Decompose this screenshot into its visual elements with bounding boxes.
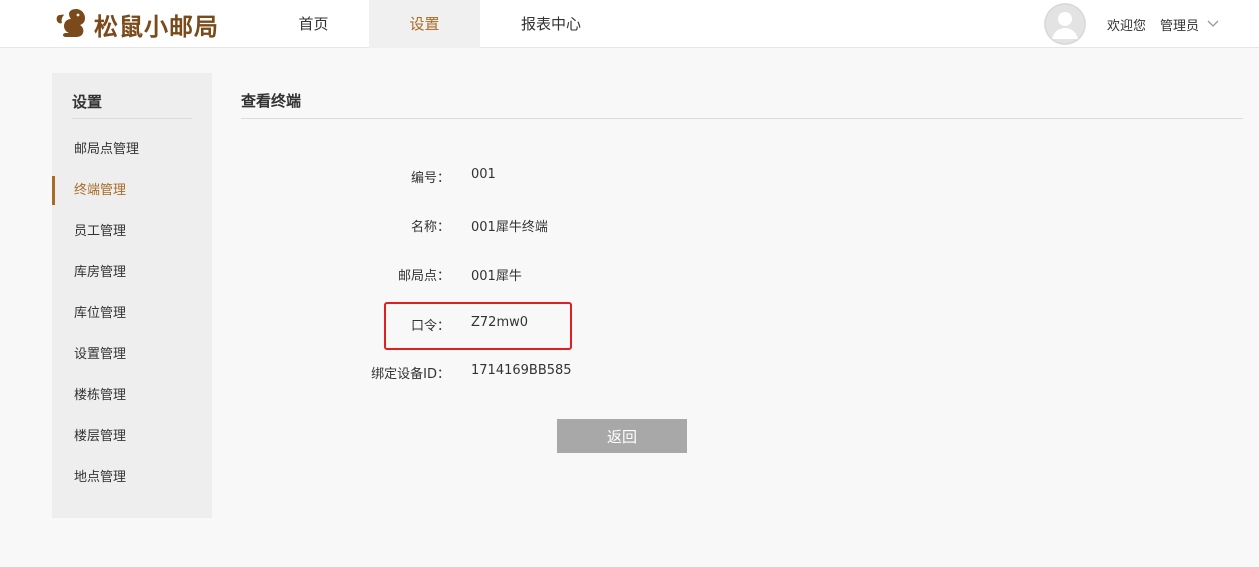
page-title: 查看终端 bbox=[241, 92, 302, 110]
logo[interactable]: 松鼠小邮局 bbox=[54, 6, 219, 42]
nav-report-center[interactable]: 报表中心 bbox=[480, 0, 622, 48]
sidebar-item-location[interactable]: 地点管理 bbox=[52, 457, 212, 498]
top-bar: 松鼠小邮局 首页 设置 报表中心 欢迎您 管理员 bbox=[0, 0, 1259, 48]
back-button[interactable]: 返回 bbox=[557, 419, 687, 453]
nav-settings[interactable]: 设置 bbox=[369, 0, 480, 48]
sidebar-title: 设置 bbox=[72, 93, 103, 111]
sidebar-item-building[interactable]: 楼栋管理 bbox=[52, 375, 212, 416]
field-row-number: 编号： 001 bbox=[241, 167, 841, 187]
user-menu: 欢迎您 管理员 bbox=[1043, 0, 1219, 48]
field-row-post-office: 邮局点： 001犀牛 bbox=[241, 265, 841, 285]
sidebar-item-storage-location[interactable]: 库位管理 bbox=[52, 293, 212, 334]
sidebar-divider bbox=[72, 118, 192, 119]
username[interactable]: 管理员 bbox=[1160, 15, 1199, 34]
field-label: 编号： bbox=[410, 171, 450, 186]
sidebar-item-floor[interactable]: 楼层管理 bbox=[52, 416, 212, 457]
nav-home[interactable]: 首页 bbox=[258, 0, 369, 48]
sidebar: 设置 邮局点管理 终端管理 员工管理 库房管理 库位管理 设置管理 楼栋管理 楼… bbox=[52, 73, 212, 518]
welcome-text: 欢迎您 bbox=[1106, 18, 1146, 34]
sidebar-item-staff[interactable]: 员工管理 bbox=[52, 211, 212, 252]
field-row-device-id: 绑定设备ID： 1714169BB585 bbox=[241, 363, 841, 383]
squirrel-logo-icon bbox=[54, 5, 88, 43]
field-row-name: 名称： 001犀牛终端 bbox=[241, 216, 841, 236]
sidebar-item-post-office[interactable]: 邮局点管理 bbox=[52, 129, 212, 170]
field-value: 001犀牛 bbox=[471, 269, 522, 284]
field-label: 邮局点： bbox=[397, 269, 450, 284]
main-nav: 首页 设置 报表中心 bbox=[258, 0, 622, 48]
field-value: 1714169BB585 bbox=[471, 363, 572, 378]
avatar[interactable] bbox=[1043, 3, 1086, 45]
sidebar-item-settings[interactable]: 设置管理 bbox=[52, 334, 212, 375]
title-divider bbox=[241, 118, 1243, 119]
field-label: 名称： bbox=[410, 220, 450, 235]
user-avatar-icon bbox=[1044, 3, 1086, 45]
sidebar-item-warehouse[interactable]: 库房管理 bbox=[52, 252, 212, 293]
field-value: 001 bbox=[471, 167, 496, 182]
sidebar-menu: 邮局点管理 终端管理 员工管理 库房管理 库位管理 设置管理 楼栋管理 楼层管理… bbox=[52, 129, 212, 498]
field-value: 001犀牛终端 bbox=[471, 220, 548, 235]
logo-text: 松鼠小邮局 bbox=[94, 12, 219, 41]
chevron-down-icon[interactable] bbox=[1207, 20, 1219, 28]
sidebar-item-terminal[interactable]: 终端管理 bbox=[52, 170, 212, 211]
field-label: 绑定设备ID： bbox=[371, 367, 450, 382]
highlight-annotation-box bbox=[384, 302, 572, 350]
